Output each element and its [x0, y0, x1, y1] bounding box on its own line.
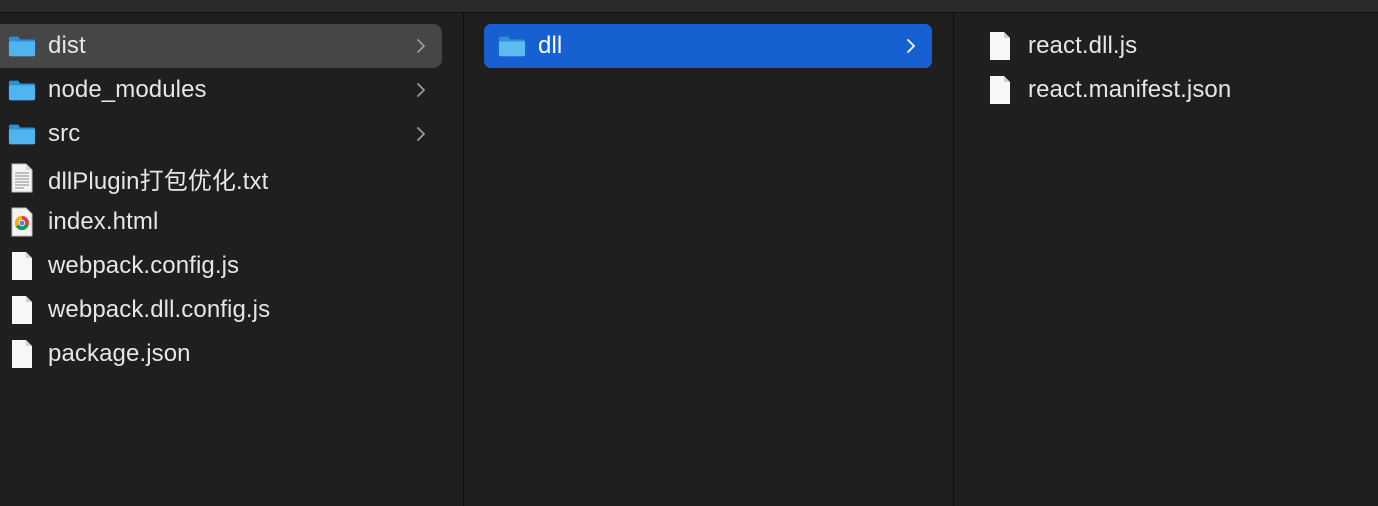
- column-dist[interactable]: dll: [464, 13, 954, 506]
- folder-icon: [8, 122, 36, 146]
- folder-row-dist[interactable]: dist: [0, 24, 442, 68]
- folder-row-dll[interactable]: dll: [484, 24, 932, 68]
- row-label: index.html: [48, 208, 159, 235]
- row-label: dll: [538, 32, 563, 59]
- column-dll[interactable]: react.dll.js react.manifest.json: [954, 13, 1378, 506]
- folder-row-src[interactable]: src: [0, 112, 442, 156]
- finder-column-browser: dist node_modules src dllPlugin打包优化.txt …: [0, 0, 1378, 506]
- folder-icon: [498, 34, 526, 58]
- text-document-icon: [8, 163, 36, 193]
- file-row-webpack-dll-config[interactable]: webpack.dll.config.js: [0, 288, 442, 332]
- file-row-index-html[interactable]: index.html: [0, 200, 442, 244]
- file-row-package-json[interactable]: package.json: [0, 332, 442, 376]
- blank-file-icon: [8, 339, 36, 369]
- window-top-strip: [0, 0, 1378, 13]
- chrome-html-icon: [8, 207, 36, 237]
- chevron-right-icon: [414, 82, 428, 98]
- row-label: dist: [48, 32, 86, 59]
- file-row-dllplugin-txt[interactable]: dllPlugin打包优化.txt: [0, 156, 442, 200]
- folder-icon: [8, 78, 36, 102]
- chevron-right-icon: [904, 38, 918, 54]
- chevron-right-icon: [414, 38, 428, 54]
- row-label: react.manifest.json: [1028, 76, 1232, 103]
- row-label: node_modules: [48, 76, 207, 103]
- file-row-react-dll-js[interactable]: react.dll.js: [986, 24, 1366, 68]
- folder-row-node-modules[interactable]: node_modules: [0, 68, 442, 112]
- row-label: src: [48, 120, 81, 147]
- folder-icon: [8, 34, 36, 58]
- blank-file-icon: [8, 295, 36, 325]
- row-label: package.json: [48, 340, 191, 367]
- row-label: dllPlugin打包优化.txt: [48, 167, 269, 195]
- blank-file-icon: [986, 75, 1014, 105]
- file-row-webpack-config[interactable]: webpack.config.js: [0, 244, 442, 288]
- file-row-react-manifest-json[interactable]: react.manifest.json: [986, 68, 1366, 112]
- column-root[interactable]: dist node_modules src dllPlugin打包优化.txt …: [0, 13, 464, 506]
- row-label: webpack.dll.config.js: [48, 296, 271, 323]
- row-label: webpack.config.js: [48, 252, 240, 279]
- blank-file-icon: [986, 31, 1014, 61]
- row-label: react.dll.js: [1028, 32, 1138, 59]
- chevron-right-icon: [414, 126, 428, 142]
- blank-file-icon: [8, 251, 36, 281]
